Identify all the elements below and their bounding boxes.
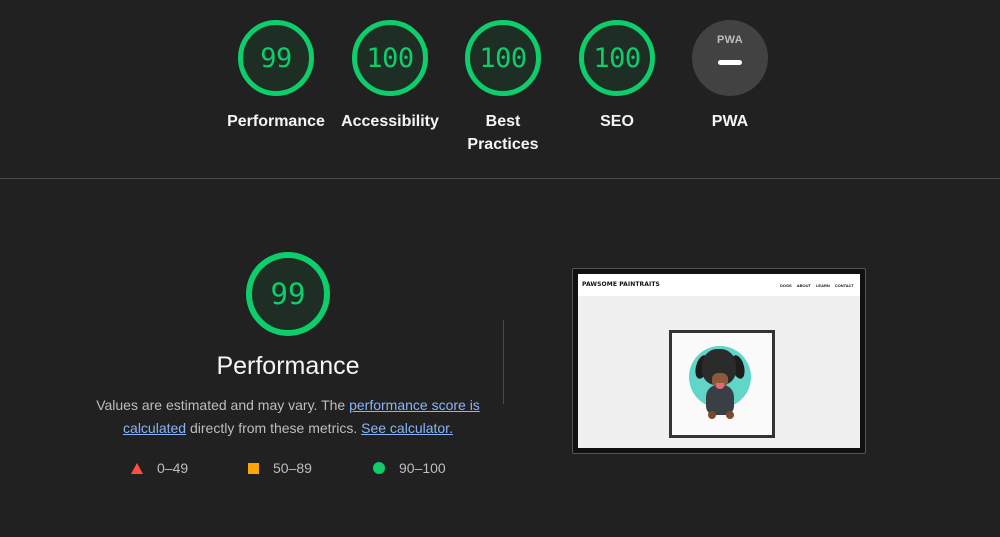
thumbnail-navbar: PAWSOME PAINTRAITS DOGS ABOUT LEARN CONT… [578,274,860,296]
pwa-badge-text: PWA [717,34,743,46]
pwa-gauge[interactable]: PWA PWA [670,20,790,133]
section-divider [0,178,1000,179]
thumbnail-menu: DOGS ABOUT LEARN CONTACT [780,283,854,288]
seo-gauge[interactable]: 100 SEO [557,20,677,133]
gauge-ring: 100 [579,20,655,96]
thumbnail-menu-item: CONTACT [834,283,854,288]
dog-paw [726,411,734,419]
gauge-ring: 100 [465,20,541,96]
circle-icon [373,462,385,474]
gauge-score: 100 [479,42,527,74]
score-legend: 0–49 50–89 90–100 [0,460,600,480]
legend-item-pass: 90–100 [373,460,446,476]
legend-range: 90–100 [399,460,446,476]
dog-paw [708,411,716,419]
dog-tongue [716,383,724,389]
performance-score: 99 [270,277,306,311]
thumbnail-menu-item: DOGS [779,283,792,288]
square-icon [248,462,259,474]
gauge-label: Performance [227,113,325,130]
legend-item-average: 50–89 [248,460,312,476]
thumbnail-menu-item: ABOUT [796,283,811,288]
accessibility-gauge[interactable]: 100 Accessibility [330,20,450,133]
screenshot-image: PAWSOME PAINTRAITS DOGS ABOUT LEARN CONT… [578,274,860,448]
gauge-label: Best Practices [467,113,539,153]
gauge-label: SEO [600,113,634,130]
final-screenshot-thumbnail[interactable]: PAWSOME PAINTRAITS DOGS ABOUT LEARN CONT… [572,268,866,454]
thumbnail-site-logo: PAWSOME PAINTRAITS [582,281,660,288]
dash-icon [718,60,742,65]
gauge-score: 99 [260,42,292,74]
gauge-ring: 99 [238,20,314,96]
vertical-divider [503,320,504,404]
see-calculator-link[interactable]: See calculator. [361,420,453,436]
gauge-label: PWA [711,113,749,130]
description-text: Values are estimated and may vary. The [96,397,350,413]
description-text: directly from these metrics. [186,420,362,436]
legend-range: 50–89 [273,460,312,476]
performance-title: Performance [216,352,360,380]
legend-item-fail: 0–49 [131,460,188,476]
performance-description: Values are estimated and may vary. The p… [88,394,488,440]
pwa-badge-icon: PWA [692,20,768,96]
gauge-label: Accessibility [341,113,439,130]
legend-range: 0–49 [157,460,189,476]
gauge-score: 100 [366,42,414,74]
dog-portrait-frame [669,330,775,438]
triangle-icon [131,462,143,474]
performance-score-gauge: 99 [246,252,330,336]
gauge-score: 100 [593,42,641,74]
performance-gauge[interactable]: 99 Performance [216,20,336,133]
best-practices-gauge[interactable]: 100 Best Practices [443,20,563,156]
gauge-ring: 100 [352,20,428,96]
thumbnail-menu-item: LEARN [815,283,830,288]
category-gauges: 99 Performance 100 Accessibility 100 Bes… [0,20,1000,160]
